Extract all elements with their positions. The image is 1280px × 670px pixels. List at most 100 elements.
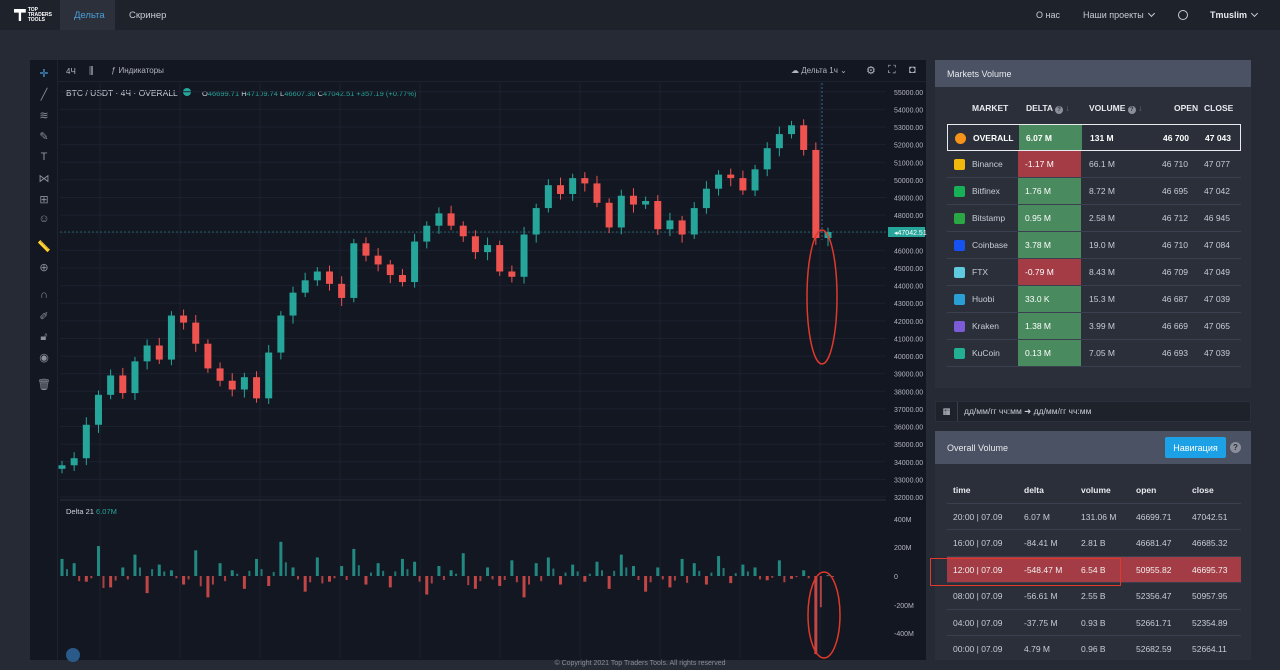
bitstamp-icon: [954, 213, 965, 224]
delta-bar: [388, 576, 392, 588]
market-row[interactable]: OVERALL 6.07 M 131 M 46 700 47 043: [947, 124, 1241, 151]
delta-bar: [552, 568, 555, 576]
delta-bar: [649, 576, 652, 583]
delta-bar: [279, 541, 283, 576]
market-row[interactable]: FTX -0.79 M 8.43 M 46 709 47 049: [947, 259, 1241, 286]
candle-body: [739, 178, 747, 191]
price-tick-label: 37000.00: [894, 407, 923, 414]
market-open: 46 687: [1162, 294, 1188, 304]
delta-bar: [430, 576, 433, 584]
price-tick-label: 53000.00: [894, 125, 923, 132]
delta-bar: [194, 550, 198, 576]
candle-body: [192, 322, 200, 344]
delta-bar: [357, 565, 360, 576]
delta-bar: [102, 576, 105, 588]
candle-body: [411, 241, 419, 283]
row-close: 52664.11: [1192, 644, 1227, 654]
delta-bar: [163, 571, 166, 576]
market-row[interactable]: Coinbase 3.78 M 19.0 M 46 710 47 084: [947, 232, 1241, 259]
market-name: OVERALL: [973, 132, 1014, 143]
delta-bar: [284, 562, 287, 576]
market-volume: 131 M: [1090, 132, 1114, 143]
candle-body: [471, 236, 479, 253]
candle-body: [143, 345, 151, 362]
row-volume: 2.81 B: [1081, 538, 1106, 548]
delta-bar: [795, 576, 798, 578]
delta-bar: [546, 557, 550, 576]
market-row[interactable]: KuCoin 0.13 M 7.05 M 46 693 47 039: [947, 340, 1241, 367]
market-open: 46 709: [1162, 267, 1188, 277]
volume-row[interactable]: 04:00 | 07.09 -37.75 M 0.93 B 52661.71 52354…: [947, 610, 1241, 636]
delta-bar: [467, 576, 470, 586]
delta-bar: [595, 561, 599, 576]
price-tick-label: 39000.00: [894, 372, 923, 379]
row-volume: 131.06 M: [1081, 511, 1117, 522]
market-row[interactable]: Huobi 33.0 K 15.3 M 46 687 47 039: [947, 286, 1241, 313]
delta-bar: [753, 567, 757, 576]
candle-body: [751, 169, 759, 191]
market-volume: 8.72 M: [1089, 186, 1115, 196]
row-open: 50955.82: [1136, 564, 1172, 575]
volume-row[interactable]: 00:00 | 07.09 4.79 M 0.96 B 52682.59 52664.1…: [947, 637, 1241, 661]
col-close: close: [1192, 485, 1214, 495]
market-close: 47 077: [1204, 159, 1230, 169]
annotation-ellipse: [807, 571, 841, 659]
market-open: 46 712: [1162, 213, 1188, 223]
market-name: Kraken: [972, 321, 999, 331]
candle-body: [386, 264, 394, 276]
delta-bar: [255, 558, 259, 576]
delta-bar: [260, 569, 263, 576]
candle-body: [508, 271, 516, 277]
row-time: 16:00 | 07.09: [953, 538, 1003, 548]
calendar-icon[interactable]: ▦: [936, 402, 958, 421]
delta-bar: [121, 567, 125, 576]
delta-bar: [522, 576, 526, 598]
volume-row[interactable]: 16:00 | 07.09 -84.41 M 2.81 B 46681.47 46685…: [947, 531, 1241, 557]
delta-bar: [84, 576, 88, 582]
market-delta: 0.95 M: [1018, 205, 1081, 231]
market-open: 46 695: [1162, 186, 1188, 196]
market-row[interactable]: Binance -1.17 M 66.1 M 46 710 47 077: [947, 151, 1241, 178]
candle-body: [715, 174, 723, 189]
delta-bar: [668, 576, 672, 588]
volume-row[interactable]: 08:00 | 07.09 -56.61 M 2.55 B 52356.47 50957…: [947, 584, 1241, 610]
row-delta: -37.75 M: [1024, 617, 1058, 628]
delta-bar: [455, 573, 458, 576]
delta-bar: [503, 576, 506, 580]
help-icon: ?: [1127, 106, 1136, 114]
candle-body: [204, 343, 212, 369]
delta-bar: [619, 554, 623, 576]
col-volume[interactable]: VOLUME ? ↓: [1089, 103, 1142, 114]
delta-bar: [559, 576, 563, 585]
row-close: 46685.32: [1192, 538, 1228, 548]
candle-body: [58, 465, 66, 469]
market-name: Bitstamp: [972, 213, 1006, 223]
delta-bar: [442, 576, 445, 580]
date-range-input[interactable]: ▦ дд/мм/гг чч:мм ➜ дд/мм/гг чч:мм: [935, 401, 1251, 422]
table-header: MARKET DELTA ? ↓ VOLUME ? ↓ OPEN CLOSE: [947, 103, 1241, 117]
market-row[interactable]: Bitfinex 1.76 M 8.72 M 46 695 47 042: [947, 178, 1241, 205]
overall-volume-title: Overall Volume: [947, 442, 1009, 453]
delta-bar: [534, 563, 538, 576]
delta-bar: [498, 576, 502, 586]
price-tick-label: 46000.00: [894, 248, 923, 255]
delta-bar: [473, 576, 477, 589]
col-delta[interactable]: DELTA ? ↓: [1026, 103, 1070, 114]
price-tick-label: 51000.00: [894, 160, 923, 167]
navigation-button[interactable]: Навигация: [1165, 437, 1226, 458]
market-row[interactable]: Bitstamp 0.95 M 2.58 M 46 712 46 945: [947, 205, 1241, 232]
help-icon[interactable]: ?: [1230, 442, 1241, 453]
market-open: 46 710: [1162, 159, 1188, 169]
delta-bar: [303, 576, 307, 592]
market-name: Coinbase: [972, 240, 1008, 250]
delta-bar: [96, 546, 100, 576]
candle-body: [569, 178, 577, 194]
price-tick-label: 40000.00: [894, 354, 923, 361]
volume-row[interactable]: 20:00 | 07.09 6.07 M 131.06 M 46699.71 47042…: [947, 504, 1241, 530]
market-close: 47 043: [1205, 132, 1231, 143]
price-tick-label: 50000.00: [894, 178, 923, 185]
market-delta: 0.13 M: [1018, 340, 1081, 366]
binance-icon: [954, 159, 965, 170]
market-close: 47 065: [1204, 321, 1230, 331]
market-row[interactable]: Kraken 1.38 M 3.99 M 46 669 47 065: [947, 313, 1241, 340]
